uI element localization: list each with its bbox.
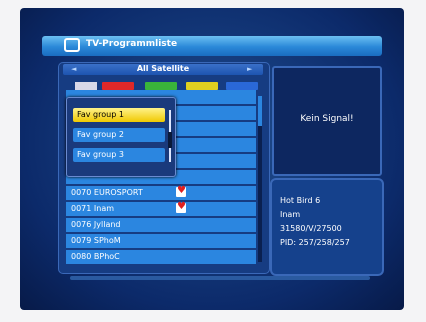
channel-label: 0070 EUROSPORT [71,188,143,197]
fav-group-popup: Fav group 1 Fav group 2 Fav group 3 [66,97,176,177]
info-satellite: Hot Bird 6 [280,196,321,205]
popup-scroll-thumb[interactable] [168,132,172,148]
channel-label: 0079 SPhoM [71,236,121,245]
title-bar: TV-Programmliste [42,36,382,56]
info-pid: PID: 257/258/257 [280,238,350,247]
bottom-divider [70,276,370,280]
channel-label: 0076 Jylland [71,220,121,229]
channel-row[interactable]: 0076 Jylland [66,218,256,234]
channel-label: 0080 BPhoC [71,252,120,261]
yellow-button[interactable] [186,82,218,90]
satellite-selector[interactable]: ◄ All Satellite ► [63,64,263,75]
satellite-next-arrow-icon[interactable]: ► [247,65,252,73]
info-transponder: 31580/V/27500 [280,224,342,233]
tv-icon [64,38,80,52]
channel-info-panel: Hot Bird 6 Inam 31580/V/27500 PID: 257/2… [270,178,384,276]
fav-group-item[interactable]: Fav group 3 [73,148,165,162]
favorite-heart-icon: ♥ [176,185,186,197]
fav-group-label: Fav group 1 [77,110,124,119]
window-title: TV-Programmliste [86,39,178,49]
favorite-heart-icon: ♥ [176,201,186,213]
satellite-label: All Satellite [136,64,190,73]
fav-group-label: Fav group 2 [77,130,124,139]
no-signal-text: Kein Signal! [300,114,354,124]
fav-group-item[interactable]: Fav group 2 [73,128,165,142]
fav-group-item[interactable]: Fav group 1 [73,108,165,122]
info-channel: Inam [280,210,301,219]
green-button[interactable] [145,82,177,90]
channel-row[interactable]: 0080 BPhoC [66,250,256,266]
channel-list-scroll-thumb[interactable] [258,96,262,126]
channel-label: 0071 Inam [71,204,115,213]
fav-group-label: Fav group 3 [77,150,124,159]
channel-row[interactable]: 0071 Inam ♥ [66,201,256,218]
video-preview: Kein Signal! [272,66,382,176]
fav-tab[interactable] [75,82,97,90]
red-button[interactable] [102,82,134,90]
blue-button[interactable] [226,82,258,90]
channel-row[interactable]: 0070 EUROSPORT ♥ [66,185,256,202]
channel-row[interactable]: 0079 SPhoM [66,234,256,250]
